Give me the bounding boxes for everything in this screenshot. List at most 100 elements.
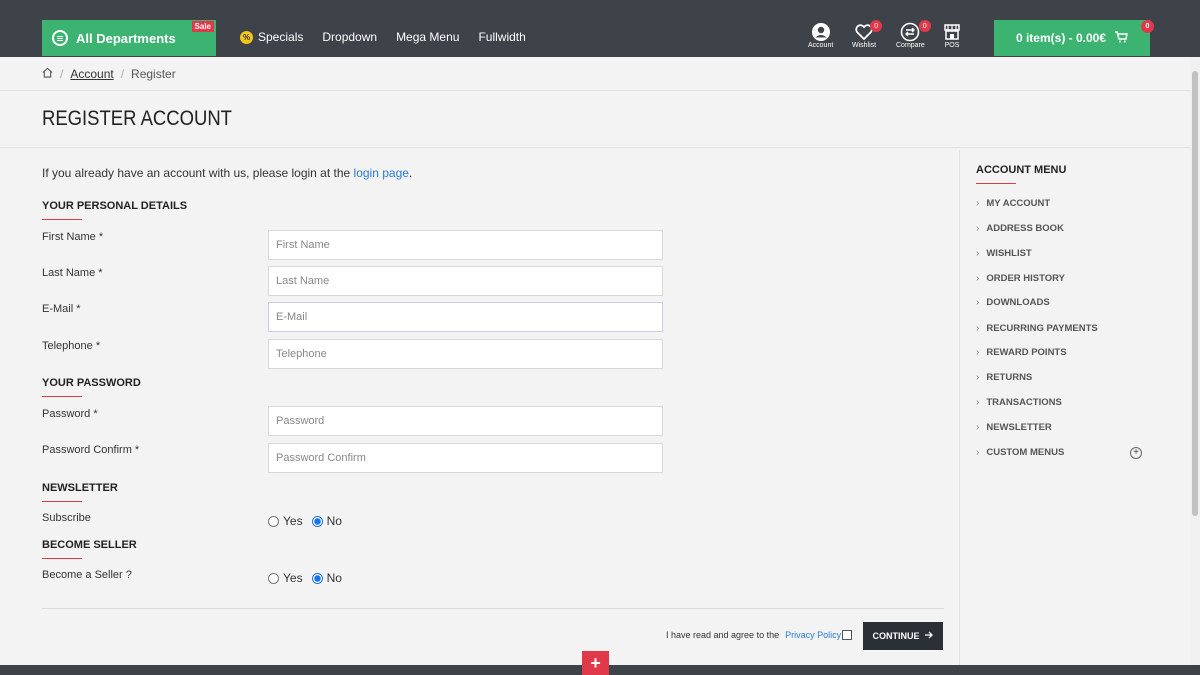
- password-input[interactable]: [268, 406, 663, 436]
- sidebar-item-transactions[interactable]: › TRANSACTIONS: [976, 397, 1062, 408]
- account-link[interactable]: Account: [808, 22, 833, 49]
- login-page-link[interactable]: login page: [354, 166, 409, 180]
- password-confirm-label: Password Confirm *: [42, 444, 140, 456]
- seller-radio-group: Yes No: [268, 571, 351, 585]
- breadcrumb-separator: /: [120, 67, 125, 81]
- section-personal-details: YOUR PERSONAL DETAILS: [42, 200, 188, 220]
- breadcrumb-account-link[interactable]: Account: [70, 67, 113, 81]
- sidebar-item-newsletter[interactable]: › NEWSLETTER: [976, 422, 1052, 433]
- chevron-right-icon: ›: [976, 447, 980, 458]
- agree-checkbox[interactable]: [842, 630, 853, 640]
- all-departments-label: All Departments: [76, 30, 176, 46]
- nav-mega-menu[interactable]: Mega Menu: [396, 30, 459, 44]
- sidebar-item-label: REWARD POINTS: [986, 347, 1067, 358]
- agree-text: I have read and agree to the: [666, 630, 780, 640]
- chevron-right-icon: ›: [976, 297, 980, 308]
- sidebar-item-label: TRANSACTIONS: [986, 397, 1062, 408]
- seller-no-radio[interactable]: [311, 572, 323, 584]
- scrollbar-thumb[interactable]: [1192, 71, 1198, 516]
- sidebar-item-label: ADDRESS BOOK: [986, 223, 1064, 234]
- compare-label: Compare: [896, 42, 925, 49]
- sidebar-item-wishlist[interactable]: › WISHLIST: [976, 248, 1032, 259]
- sidebar-item-label: RETURNS: [986, 372, 1033, 383]
- main-nav: % Specials Dropdown Mega Menu Fullwidth: [240, 30, 526, 44]
- all-departments-button[interactable]: All Departments Sale: [42, 20, 216, 56]
- footer-plus-button[interactable]: +: [582, 651, 609, 675]
- sidebar-item-reward-points[interactable]: › REWARD POINTS: [976, 347, 1067, 358]
- expand-plus-icon[interactable]: +: [1130, 447, 1142, 459]
- sidebar-item-recurring-payments[interactable]: › RECURRING PAYMENTS: [976, 323, 1098, 334]
- seller-yes-radio[interactable]: [268, 572, 279, 584]
- percent-icon: %: [240, 30, 253, 44]
- subscribe-radio-group: Yes No: [268, 514, 351, 528]
- privacy-policy-link[interactable]: Privacy Policy: [785, 630, 841, 640]
- nav-specials[interactable]: % Specials: [240, 30, 303, 44]
- password-confirm-input[interactable]: [268, 443, 663, 473]
- lastname-input[interactable]: [268, 266, 663, 296]
- menu-icon: [52, 30, 68, 46]
- subscribe-no-label[interactable]: No: [327, 514, 342, 528]
- subscribe-yes-radio[interactable]: [268, 515, 279, 527]
- login-intro: If you already have an account with us, …: [42, 166, 412, 180]
- telephone-input[interactable]: [268, 339, 663, 369]
- account-label: Account: [808, 42, 834, 49]
- compare-link[interactable]: 0 Compare: [896, 20, 931, 49]
- sidebar-item-label: NEWSLETTER: [986, 422, 1052, 433]
- chevron-right-icon: ›: [976, 198, 980, 209]
- chevron-right-icon: ›: [976, 347, 980, 358]
- seller-yes-label[interactable]: Yes: [283, 571, 303, 585]
- sidebar-item-label: MY ACCOUNT: [986, 198, 1051, 209]
- compare-icon: [900, 22, 920, 42]
- page-title: REGISTER ACCOUNT: [42, 107, 232, 130]
- user-icon: [811, 22, 831, 42]
- sidebar-item-label: CUSTOM MENUS: [986, 447, 1065, 458]
- wishlist-link[interactable]: 0 Wishlist: [852, 20, 883, 49]
- email-label: E-Mail *: [42, 303, 81, 315]
- continue-label: CONTINUE: [872, 631, 920, 641]
- sidebar-item-downloads[interactable]: › DOWNLOADS: [976, 297, 1050, 308]
- form-divider: [42, 608, 944, 609]
- chevron-right-icon: ›: [976, 223, 980, 234]
- firstname-input[interactable]: [268, 230, 663, 260]
- divider: [0, 147, 1190, 148]
- nav-fullwidth[interactable]: Fullwidth: [478, 30, 525, 44]
- sidebar-item-label: WISHLIST: [986, 248, 1032, 259]
- email-input[interactable]: [268, 302, 663, 332]
- breadcrumb: / Account / Register: [42, 67, 176, 81]
- compare-count-badge: 0: [918, 20, 931, 32]
- divider: [0, 90, 1190, 91]
- chevron-right-icon: ›: [976, 323, 980, 334]
- breadcrumb-separator: /: [60, 67, 64, 81]
- chevron-right-icon: ›: [976, 422, 980, 433]
- home-icon[interactable]: [42, 67, 53, 81]
- seller-no-label[interactable]: No: [327, 571, 342, 585]
- chevron-right-icon: ›: [976, 397, 980, 408]
- store-icon: [942, 22, 962, 42]
- cart-count-badge: 0: [1141, 20, 1154, 33]
- sidebar-divider: [959, 150, 960, 665]
- sidebar-item-order-history[interactable]: › ORDER HISTORY: [976, 273, 1065, 284]
- pos-link[interactable]: POS: [942, 22, 962, 49]
- wishlist-label: Wishlist: [852, 42, 877, 49]
- page-scrollbar[interactable]: [1190, 57, 1200, 665]
- chevron-right-icon: ›: [976, 372, 980, 383]
- nav-dropdown[interactable]: Dropdown: [322, 30, 377, 44]
- cart-button[interactable]: 0 item(s) - 0.00€ 0: [994, 20, 1154, 56]
- section-become-seller: BECOME SELLER: [42, 539, 137, 559]
- chevron-right-icon: ›: [976, 248, 980, 259]
- firstname-label: First Name *: [42, 231, 104, 243]
- sidebar-item-address-book[interactable]: › ADDRESS BOOK: [976, 223, 1064, 234]
- sidebar-item-custom-menus[interactable]: › CUSTOM MENUS: [976, 447, 1064, 458]
- subscribe-label: Subscribe: [42, 512, 91, 524]
- privacy-agreement: I have read and agree to the Privacy Pol…: [666, 630, 853, 640]
- sidebar-item-label: DOWNLOADS: [986, 297, 1050, 308]
- sidebar-item-my-account[interactable]: › MY ACCOUNT: [976, 198, 1050, 209]
- sidebar-item-returns[interactable]: › RETURNS: [976, 372, 1032, 383]
- subscribe-no-radio[interactable]: [311, 515, 323, 527]
- sidebar-item-label: RECURRING PAYMENTS: [986, 323, 1098, 334]
- become-seller-label: Become a Seller ?: [42, 569, 132, 581]
- cart-label: 0 item(s) - 0.00€: [1015, 31, 1107, 45]
- continue-button[interactable]: CONTINUE: [863, 622, 943, 650]
- subscribe-yes-label[interactable]: Yes: [283, 514, 303, 528]
- nav-specials-label: Specials: [258, 30, 304, 44]
